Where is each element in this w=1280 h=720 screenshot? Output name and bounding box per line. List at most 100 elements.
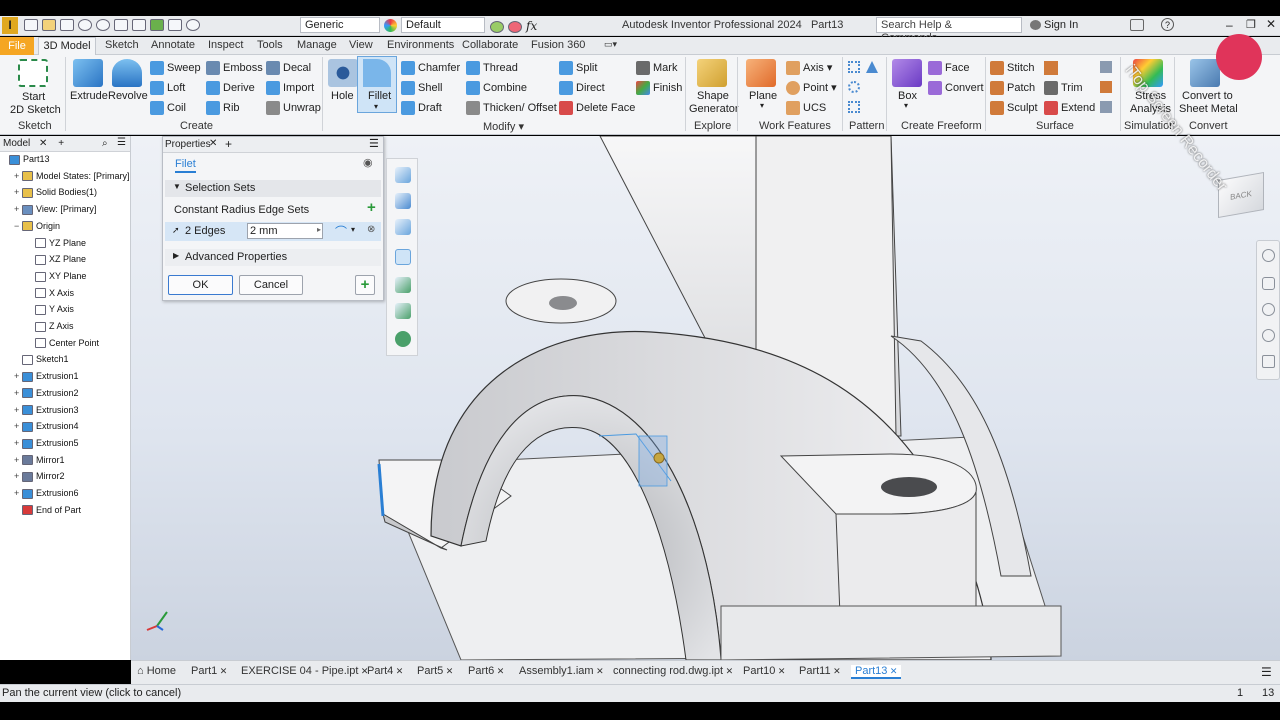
combine-button[interactable]: Combine [466,81,527,95]
radius-stepper-icon[interactable]: ▸ [317,225,321,234]
radius-input[interactable]: 2 mm [247,223,323,239]
expand-toggle[interactable]: + [14,455,22,465]
face-button[interactable]: Face [928,61,969,75]
tree-node[interactable]: + Extrusion3 [14,405,79,416]
shape-generator-label-2[interactable]: Generator [689,103,739,115]
rectangular-pattern-icon[interactable] [848,61,860,73]
tab-inspect[interactable]: Inspect [208,39,243,51]
revolve-icon[interactable] [112,59,142,87]
update-icon[interactable] [150,19,164,32]
close-tab-icon[interactable]: ✕ [594,666,604,676]
steering-wheel-icon[interactable] [1262,249,1275,262]
properties-menu-icon[interactable]: ☰ [369,137,379,150]
select-icon[interactable] [132,19,146,32]
tab-model[interactable]: Model [3,138,30,149]
cancel-button[interactable]: Cancel [239,275,303,295]
expand-toggle[interactable]: + [14,421,22,431]
tree-node[interactable]: X Axis [27,288,74,299]
sweep-button[interactable]: Sweep [150,61,201,75]
axis-button[interactable]: Axis ▾ [786,61,832,76]
new-file-icon[interactable] [24,19,38,32]
browser-add-icon[interactable]: + [58,138,64,149]
close-tab-icon[interactable]: ✕ [887,666,898,676]
fillet-button[interactable]: Fillet ▾ [357,56,397,113]
color-icon[interactable] [508,21,522,34]
plane-dropdown-icon[interactable]: ▾ [760,101,764,110]
ruled-surface-icon[interactable] [1044,61,1058,75]
select-edges-icon[interactable] [395,249,411,265]
shape-generator-label-1[interactable]: Shape [697,90,729,102]
close-icon[interactable]: ✕ [1266,17,1276,31]
expand-toggle[interactable]: − [14,221,22,231]
doc-tab[interactable]: EXERCISE 04 - Pipe.ipt ✕ [241,665,368,677]
trim-button[interactable]: Trim [1044,81,1083,95]
import-button[interactable]: Import [266,81,314,95]
look-at-icon[interactable] [1262,355,1275,368]
sign-in[interactable]: Sign In [1030,19,1078,31]
extrude-button[interactable]: Extrude [70,90,108,102]
doc-tab[interactable]: Part4 ✕ [367,665,403,677]
tree-node[interactable]: + Extrusion4 [14,421,79,432]
start-sketch-icon[interactable] [18,59,48,87]
face-fillet-icon[interactable] [395,193,411,209]
orbit-icon[interactable] [1262,329,1275,342]
tree-node[interactable]: + Extrusion1 [14,371,79,382]
tab-annotate[interactable]: Annotate [151,39,195,51]
delete-face-button[interactable]: Delete Face [559,101,635,115]
direct-button[interactable]: Direct [559,81,605,95]
add-edge-set-icon[interactable]: + [367,199,376,216]
doc-tab[interactable]: Part11 ✕ [799,665,841,677]
circular-pattern-icon[interactable] [848,81,860,93]
tab-environments[interactable]: Environments [387,39,454,51]
browser-menu-icon[interactable]: ☰ [117,137,126,148]
properties-add-icon[interactable]: + [225,137,232,151]
expand-toggle[interactable]: + [14,388,22,398]
plane-icon[interactable] [746,59,776,87]
tree-node[interactable]: + Extrusion6 [14,488,79,499]
convert-button[interactable]: Convert [928,81,984,95]
tree-node[interactable]: − Origin [14,221,60,232]
tab-sketch[interactable]: Sketch [105,39,139,51]
fit-mesh-face-icon[interactable] [1100,101,1112,113]
start-sketch-label-1[interactable]: Start [22,91,45,103]
close-doc-icon[interactable] [186,19,200,32]
tree-node[interactable]: + Extrusion2 [14,388,79,399]
redo-icon[interactable] [96,19,110,32]
restore-icon[interactable]: ❐ [1246,18,1256,31]
sketch-pattern-icon[interactable] [848,101,860,113]
tree-node[interactable]: XY Plane [27,271,86,282]
mirror-icon[interactable] [866,61,878,73]
tree-node[interactable]: Sketch1 [14,354,69,366]
split-button[interactable]: Split [559,61,597,75]
ucs-button[interactable]: UCS [786,101,826,115]
full-round-fillet-icon[interactable] [395,219,411,235]
remove-set-icon[interactable]: ⊗ [367,224,375,235]
parameters-icon[interactable]: fx [526,19,537,33]
select-feature-icon[interactable] [395,303,411,319]
point-button[interactable]: Point ▾ [786,81,837,96]
advanced-properties-section[interactable]: ▶ Advanced Properties [165,249,381,266]
undo-icon[interactable] [78,19,92,32]
doc-tab[interactable]: Part6 ✕ [468,665,504,677]
expand-toggle[interactable]: + [14,471,22,481]
tab-collaborate[interactable]: Collaborate [462,39,518,51]
expand-toggle[interactable]: + [14,187,22,197]
close-tab-icon[interactable]: ✕ [775,666,786,676]
tree-node[interactable]: Z Axis [27,321,74,332]
convert-sheet-metal-label-1[interactable]: Convert to [1182,90,1233,102]
material-select[interactable]: Generic [300,17,380,33]
repair-bodies-icon[interactable] [1100,81,1112,93]
patch-button[interactable]: Patch [990,81,1035,95]
sculpt-button[interactable]: Sculpt [990,101,1038,115]
close-tab-icon[interactable]: ✕ [217,666,228,676]
emboss-button[interactable]: Emboss [206,61,263,75]
minimize-icon[interactable]: – [1226,18,1233,32]
radius-grip-icon[interactable] [653,452,665,464]
rib-button[interactable]: Rib [206,101,240,115]
revolve-button[interactable]: Revolve [108,90,148,102]
tree-node[interactable]: + Model States: [Primary] [14,171,130,182]
tree-node[interactable]: + Extrusion5 [14,438,79,449]
tab-3d-model[interactable]: 3D Model [38,37,96,55]
doc-tab[interactable]: Part1 ✕ [191,665,227,677]
measure-icon[interactable] [168,19,182,32]
